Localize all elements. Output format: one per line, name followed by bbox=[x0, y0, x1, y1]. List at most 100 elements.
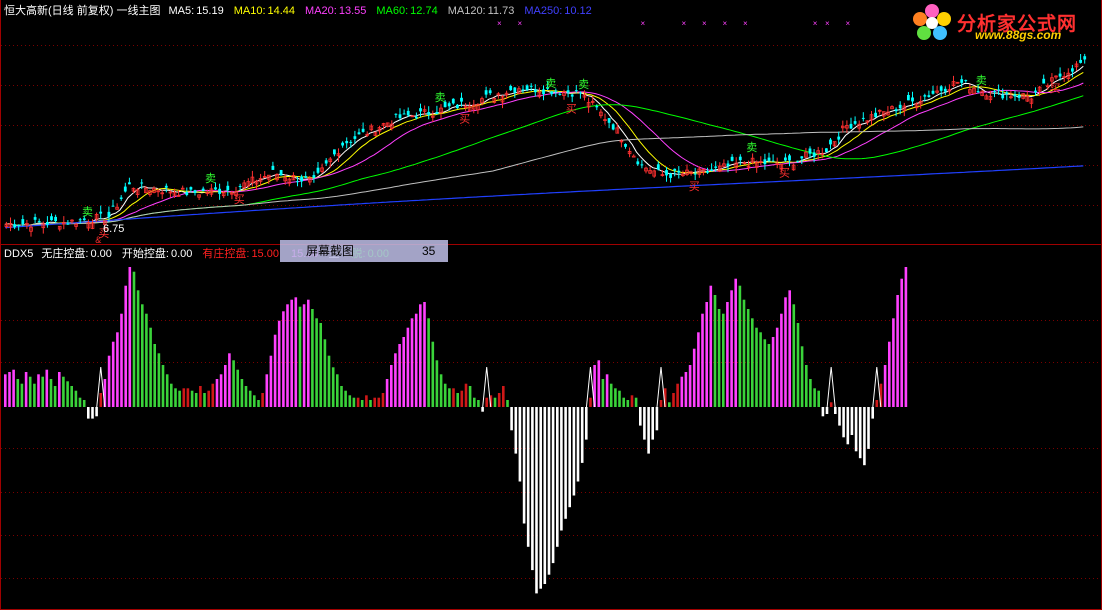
ddx-bar bbox=[410, 318, 414, 407]
ddx-bar bbox=[634, 397, 638, 407]
candle-body bbox=[894, 109, 898, 112]
ddx-bar bbox=[875, 400, 879, 407]
candle-body bbox=[185, 191, 189, 195]
ddx-bar bbox=[452, 388, 455, 407]
ddx-bar bbox=[174, 388, 177, 407]
ddx-bar bbox=[854, 407, 858, 452]
ddx-bar bbox=[182, 388, 186, 407]
candle-body bbox=[54, 216, 57, 222]
ddx-bar bbox=[116, 332, 119, 407]
ddx-bar bbox=[443, 383, 447, 407]
ddx-bar bbox=[107, 355, 111, 407]
ddx-bar bbox=[194, 393, 198, 407]
candle-body bbox=[796, 160, 800, 162]
ddx-bar bbox=[551, 407, 555, 564]
indicator-legend-value: 0.00 bbox=[90, 248, 112, 260]
candle-body bbox=[123, 186, 127, 192]
candle-body bbox=[361, 128, 365, 132]
ma250-line bbox=[4, 165, 1084, 229]
candle-body bbox=[398, 114, 402, 118]
ddx-bar bbox=[647, 407, 650, 454]
ma-legend-value: 11.73 bbox=[487, 5, 515, 17]
sell-signal-label: 卖 bbox=[82, 206, 93, 219]
ddx-bar bbox=[157, 353, 161, 407]
candle-body bbox=[1083, 56, 1087, 60]
candle-body bbox=[923, 95, 927, 97]
indicator-legend-label: 开始控盘: bbox=[121, 248, 169, 260]
ddx-bar bbox=[863, 407, 866, 466]
ddx-bar bbox=[883, 365, 887, 407]
candle-body bbox=[665, 170, 668, 176]
ddx-bar bbox=[668, 402, 671, 407]
grid-lines bbox=[1, 45, 1101, 579]
ddx-bar bbox=[692, 348, 696, 407]
ddx-bar bbox=[705, 302, 708, 407]
ddx-bar bbox=[543, 407, 547, 584]
ddx-bar bbox=[560, 407, 563, 531]
candle-body bbox=[767, 157, 771, 161]
ddx-bar bbox=[825, 407, 829, 414]
sell-signal-label: 卖 bbox=[578, 78, 589, 91]
ddx-bar bbox=[149, 327, 152, 407]
candle-body bbox=[66, 223, 70, 225]
ddx-bar bbox=[734, 278, 737, 407]
candle-body bbox=[304, 176, 308, 178]
ddx-bar bbox=[556, 407, 559, 547]
candle-body bbox=[99, 211, 103, 214]
candle-body bbox=[579, 92, 582, 94]
candle-body bbox=[82, 218, 86, 221]
ddx-bar bbox=[8, 372, 11, 407]
ma-legend-label: MA250: bbox=[524, 5, 563, 17]
cross-marker: × bbox=[518, 19, 523, 28]
ddx-bar bbox=[124, 285, 127, 407]
ma-legend-value: 14.44 bbox=[267, 5, 296, 17]
ma-legend-item: MA20: 13.55 bbox=[305, 5, 371, 17]
ddx-bar bbox=[547, 407, 551, 575]
ddx-bar bbox=[435, 360, 439, 407]
ddx-bar bbox=[70, 386, 73, 407]
candle-body bbox=[558, 93, 562, 95]
ddx-bar bbox=[390, 365, 393, 407]
ma-legend-item: MA250: 10.12 bbox=[524, 5, 596, 17]
ddx-bar bbox=[228, 353, 231, 407]
ddx-bar bbox=[290, 299, 293, 407]
candle-body bbox=[333, 149, 336, 155]
candle-body bbox=[107, 211, 111, 218]
ddx-bar bbox=[170, 383, 173, 407]
ddx-bar bbox=[473, 397, 476, 407]
ddx-bar bbox=[145, 313, 148, 407]
ddx-bar bbox=[248, 390, 252, 407]
ddx-bar bbox=[771, 337, 775, 407]
candle-body bbox=[37, 221, 41, 223]
ddx-bar bbox=[244, 386, 248, 407]
ddx-bar bbox=[564, 407, 567, 519]
candle-body bbox=[533, 89, 537, 93]
candle-body bbox=[164, 185, 168, 188]
ddx-bar bbox=[240, 379, 244, 407]
ddx-bar bbox=[344, 390, 347, 407]
candle-body bbox=[898, 104, 902, 109]
ddx-bar bbox=[66, 381, 69, 407]
candle-body bbox=[21, 219, 25, 225]
candle-body bbox=[943, 88, 947, 92]
candle-body bbox=[853, 121, 857, 124]
candle-body bbox=[78, 219, 82, 221]
ddx-bar bbox=[755, 327, 758, 407]
ddx-bar bbox=[4, 374, 7, 407]
cross-marker: × bbox=[682, 19, 687, 28]
ma-legend-value: 13.55 bbox=[338, 5, 367, 17]
stock-chart[interactable]: 卖买卖买卖买卖买卖买卖买卖买× × × × × × × × × ×& 6.75 bbox=[0, 0, 1102, 610]
ddx-bar bbox=[41, 376, 44, 407]
ddx-bar bbox=[111, 341, 115, 407]
ddx-bar bbox=[614, 388, 617, 407]
ddx-bar bbox=[190, 390, 194, 407]
candle-body bbox=[1013, 94, 1017, 97]
ddx-bar bbox=[800, 346, 804, 407]
candle-body bbox=[111, 205, 115, 207]
ddx-bar bbox=[759, 332, 762, 407]
ddx-bar bbox=[809, 379, 812, 407]
ddx-bar bbox=[722, 313, 725, 407]
candle-body bbox=[738, 156, 742, 161]
ddx-bar bbox=[286, 304, 289, 407]
ddx-bar bbox=[684, 372, 688, 407]
